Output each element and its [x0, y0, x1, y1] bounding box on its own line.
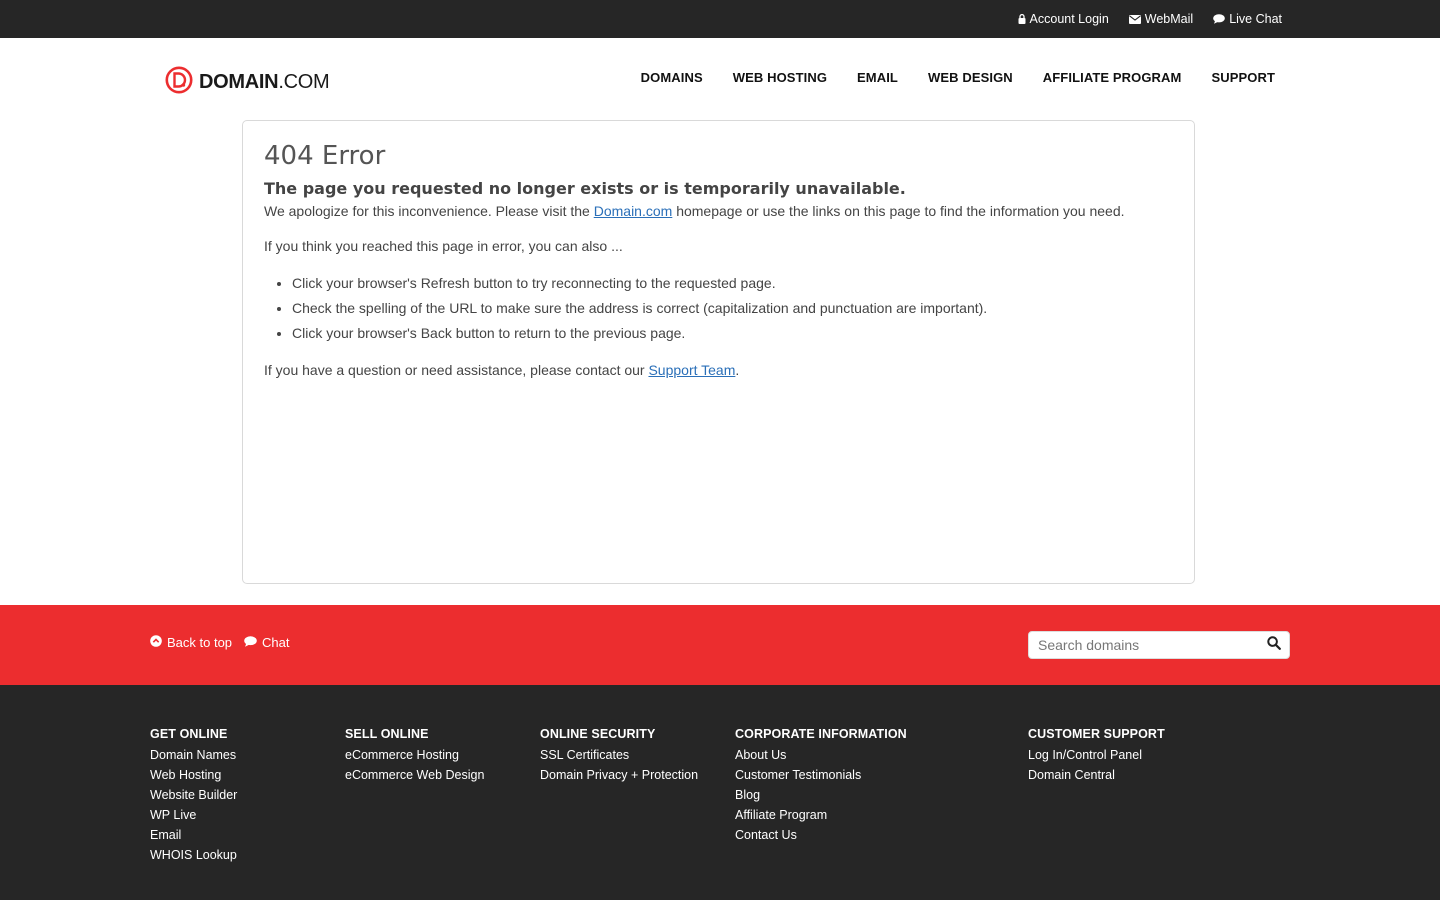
live-chat-link[interactable]: Live Chat — [1213, 12, 1282, 26]
account-login-link[interactable]: Account Login — [1018, 12, 1109, 26]
support-paragraph: If you have a question or need assistanc… — [264, 362, 739, 378]
search-icon[interactable] — [1267, 636, 1283, 654]
footer-heading: ONLINE SECURITY — [540, 727, 656, 741]
footer-link[interactable]: Website Builder — [150, 788, 237, 808]
apology-paragraph: We apologize for this inconvenience. Ple… — [264, 203, 1125, 219]
domain-com-logo[interactable]: DOMAIN .COM — [165, 66, 330, 99]
footer-col-sell-online: SELL ONLINE eCommerce Hosting eCommerce … — [345, 727, 484, 788]
lock-icon — [1018, 14, 1026, 24]
footer-link[interactable]: WHOIS Lookup — [150, 848, 237, 868]
footer-col-online-security: ONLINE SECURITY SSL Certificates Domain … — [540, 727, 698, 788]
nav-email[interactable]: EMAIL — [857, 70, 898, 85]
footer-link[interactable]: Affiliate Program — [735, 808, 907, 828]
footer-link[interactable]: Blog — [735, 788, 907, 808]
apology-text-after: homepage or use the links on this page t… — [672, 203, 1125, 219]
live-chat-label: Live Chat — [1229, 12, 1282, 26]
top-links: Account Login WebMail Live Chat — [1018, 0, 1282, 38]
envelope-icon — [1128, 14, 1141, 24]
red-action-bar: Back to top Chat — [0, 605, 1440, 685]
support-text-after: . — [735, 362, 740, 378]
logo-wordmark-bold: DOMAIN — [199, 71, 279, 93]
domain-logo-icon — [165, 66, 193, 99]
footer-link[interactable]: SSL Certificates — [540, 748, 698, 768]
webmail-label: WebMail — [1144, 12, 1194, 26]
page-title: 404 Error — [264, 141, 386, 171]
support-text-before: If you have a question or need assistanc… — [264, 362, 649, 378]
nav-domains[interactable]: DOMAINS — [641, 70, 703, 85]
nav-affiliate-program[interactable]: AFFILIATE PROGRAM — [1043, 70, 1182, 85]
footer-link[interactable]: eCommerce Hosting — [345, 748, 484, 768]
footer-link[interactable]: Contact Us — [735, 828, 907, 848]
footer-link[interactable]: Domain Privacy + Protection — [540, 768, 698, 788]
footer-link[interactable]: Customer Testimonials — [735, 768, 907, 788]
domain-com-link[interactable]: Domain.com — [594, 203, 673, 219]
top-bar: Account Login WebMail Live Chat — [0, 0, 1440, 38]
circle-chevron-up-icon — [150, 635, 162, 650]
footer-link[interactable]: Web Hosting — [150, 768, 237, 788]
logo-wordmark: DOMAIN .COM — [199, 71, 330, 94]
footer-link[interactable]: eCommerce Web Design — [345, 768, 484, 788]
nav-web-hosting[interactable]: WEB HOSTING — [733, 70, 827, 85]
footer-heading: CUSTOMER SUPPORT — [1028, 727, 1165, 741]
error-subtitle: The page you requested no longer exists … — [264, 179, 906, 198]
footer-col-customer-support: CUSTOMER SUPPORT Log In/Control Panel Do… — [1028, 727, 1165, 788]
list-item: Click your browser's Refresh button to t… — [292, 275, 987, 300]
footer-link[interactable]: Domain Names — [150, 748, 237, 768]
footer-link[interactable]: Email — [150, 828, 237, 848]
back-to-top-link[interactable]: Back to top — [150, 635, 232, 650]
error-card: 404 Error The page you requested no long… — [242, 120, 1195, 584]
search-input[interactable] — [1029, 632, 1265, 658]
footer-link[interactable]: Log In/Control Panel — [1028, 748, 1165, 768]
list-item: Check the spelling of the URL to make su… — [292, 300, 987, 325]
logo-wordmark-light: .COM — [278, 71, 330, 93]
footer-link[interactable]: WP Live — [150, 808, 237, 828]
webmail-link[interactable]: WebMail — [1128, 12, 1194, 26]
chat-label: Chat — [262, 635, 290, 650]
support-team-link[interactable]: Support Team — [648, 362, 735, 378]
suggestion-list: Click your browser's Refresh button to t… — [292, 275, 987, 350]
chat-link[interactable]: Chat — [244, 635, 290, 650]
red-bar-links: Back to top Chat — [150, 635, 290, 650]
footer-heading: SELL ONLINE — [345, 727, 429, 741]
footer-col-get-online: GET ONLINE Domain Names Web Hosting Webs… — [150, 727, 237, 868]
footer-heading: CORPORATE INFORMATION — [735, 727, 907, 741]
back-to-top-label: Back to top — [167, 635, 233, 650]
footer-col-corporate-information: CORPORATE INFORMATION About Us Customer … — [735, 727, 907, 848]
main-nav: DOMAINS WEB HOSTING EMAIL WEB DESIGN AFF… — [641, 70, 1275, 85]
footer-link[interactable]: About Us — [735, 748, 907, 768]
chat-bubble-icon — [244, 635, 257, 650]
domain-search-box — [1028, 631, 1290, 659]
list-item: Click your browser's Back button to retu… — [292, 325, 987, 350]
footer-link[interactable]: Domain Central — [1028, 768, 1165, 788]
apology-text-before: We apologize for this inconvenience. Ple… — [264, 203, 594, 219]
nav-support[interactable]: SUPPORT — [1211, 70, 1275, 85]
error-intro-paragraph: If you think you reached this page in er… — [264, 238, 623, 254]
nav-web-design[interactable]: WEB DESIGN — [928, 70, 1013, 85]
footer-heading: GET ONLINE — [150, 727, 228, 741]
site-footer: GET ONLINE Domain Names Web Hosting Webs… — [0, 685, 1440, 900]
chat-bubble-icon — [1213, 14, 1225, 24]
account-login-label: Account Login — [1029, 12, 1109, 26]
